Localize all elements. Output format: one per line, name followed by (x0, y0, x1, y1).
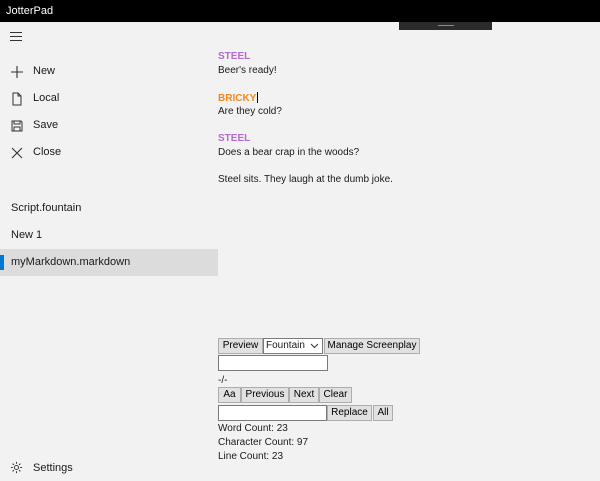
file-item-mymarkdown[interactable]: myMarkdown.markdown (0, 249, 218, 276)
drag-handle[interactable] (399, 22, 492, 30)
word-count: Word Count: 23 (218, 423, 288, 434)
file-label: myMarkdown.markdown (11, 256, 131, 268)
next-button[interactable]: Next (289, 387, 319, 403)
close-icon (11, 147, 23, 159)
file-item-script-fountain[interactable]: Script.fountain (0, 195, 218, 222)
action-line: Steel sits. They laugh at the dumb joke. (218, 174, 393, 185)
match-status: -/- (218, 375, 228, 386)
file-label: New 1 (11, 229, 43, 241)
settings-button[interactable]: Settings (0, 456, 218, 481)
mode-select-value: Fountain (266, 340, 305, 351)
line-count: Line Count: 23 (218, 451, 284, 462)
document-icon (12, 92, 22, 106)
manage-screenplay-button[interactable]: Manage Screenplay (324, 338, 420, 354)
character-name: STEEL (218, 51, 251, 62)
local-label: Local (33, 92, 60, 104)
character-name: STEEL (218, 133, 251, 144)
dialogue-line: Does a bear crap in the woods? (218, 147, 360, 158)
plus-icon (11, 66, 23, 78)
settings-label: Settings (33, 462, 73, 474)
character-name: BRICKY (218, 92, 259, 104)
new-button[interactable]: New (0, 59, 218, 86)
close-button[interactable]: Close (0, 140, 218, 167)
app-title: JotterPad (6, 5, 54, 17)
save-icon (11, 120, 23, 132)
search-input[interactable] (218, 355, 328, 371)
sidebar: New Local Save Close Script.fountain New… (0, 22, 218, 474)
save-label: Save (33, 119, 59, 131)
replace-input[interactable] (218, 405, 327, 421)
dialogue-line: Are they cold? (218, 106, 282, 117)
editor-area[interactable]: STEEL Beer's ready! BRICKY Are they cold… (218, 30, 600, 338)
character-count: Character Count: 97 (218, 437, 309, 448)
replace-all-button[interactable]: All (373, 405, 393, 421)
title-bar: JotterPad (0, 0, 600, 22)
local-button[interactable]: Local (0, 86, 218, 113)
replace-button[interactable]: Replace (327, 405, 372, 421)
preview-button[interactable]: Preview (218, 338, 263, 354)
chevron-down-icon (310, 343, 319, 349)
selection-indicator (0, 255, 4, 270)
text-cursor (257, 92, 259, 103)
save-button[interactable]: Save (0, 113, 218, 140)
dialogue-line: Beer's ready! (218, 65, 277, 76)
controls-panel: Preview Fountain Manage Screenplay -/- A… (218, 338, 600, 468)
hamburger-menu-icon[interactable] (10, 32, 22, 42)
grip-icon (438, 25, 454, 26)
previous-button[interactable]: Previous (241, 387, 289, 403)
match-case-button[interactable]: Aa (218, 387, 241, 403)
mode-select[interactable]: Fountain (263, 338, 323, 354)
close-label: Close (33, 146, 62, 158)
clear-button[interactable]: Clear (319, 387, 352, 403)
file-label: Script.fountain (11, 202, 82, 214)
new-label: New (33, 65, 56, 77)
file-item-new-1[interactable]: New 1 (0, 222, 218, 249)
